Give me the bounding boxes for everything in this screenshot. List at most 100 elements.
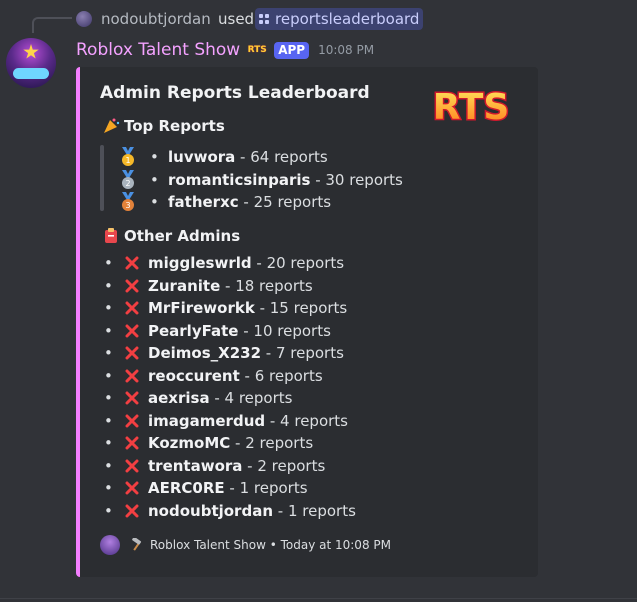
other-admin-item: reoccurent - 6 reports bbox=[148, 365, 323, 387]
bullet: • bbox=[104, 321, 113, 340]
bullet: • bbox=[104, 479, 113, 497]
admin-name: AERC0RE bbox=[148, 479, 225, 497]
report-count: - 25 reports bbox=[238, 193, 332, 211]
x-mark-icon bbox=[125, 324, 139, 337]
other-admins-heading-text: Other Admins bbox=[124, 227, 241, 245]
report-count: - 20 reports bbox=[251, 254, 345, 272]
bullet: • bbox=[104, 366, 113, 385]
other-admin-item: imagamerdud - 4 reports bbox=[148, 410, 348, 432]
bullet: • bbox=[150, 170, 159, 189]
other-admin-item: nodoubtjordan - 1 reports bbox=[148, 500, 356, 522]
other-admin-item: PearlyFate - 10 reports bbox=[148, 320, 331, 342]
command-icon bbox=[258, 13, 271, 26]
report-count: - 64 reports bbox=[235, 148, 328, 166]
svg-text:3: 3 bbox=[125, 201, 130, 210]
top-report-item: luvwora - 64 reports bbox=[168, 146, 328, 168]
report-count: - 30 reports bbox=[310, 170, 403, 189]
footer-avatar bbox=[100, 535, 120, 555]
x-mark-icon bbox=[125, 504, 139, 517]
avatar-star bbox=[23, 44, 39, 59]
admin-name: romanticsinparis bbox=[168, 170, 311, 189]
bullet: • bbox=[150, 148, 159, 166]
reply-used-text: used bbox=[218, 10, 255, 28]
admin-name: aexrisa bbox=[148, 389, 210, 407]
message-header: Roblox Talent Show RTS APP 10:08 PM bbox=[76, 39, 374, 61]
report-count: - 2 reports bbox=[230, 434, 314, 452]
report-count: - 6 reports bbox=[239, 366, 323, 385]
x-mark-icon bbox=[125, 391, 139, 405]
x-mark-icon bbox=[125, 481, 139, 495]
bullet: • bbox=[104, 411, 113, 430]
bullet: • bbox=[104, 434, 113, 452]
admin-name: miggleswrld bbox=[148, 254, 252, 272]
other-admin-item: AERC0RE - 1 reports bbox=[148, 477, 308, 499]
other-admin-item: aexrisa - 4 reports bbox=[148, 387, 292, 409]
report-count: - 2 reports bbox=[242, 456, 326, 475]
report-count: - 10 reports bbox=[238, 321, 331, 340]
bullet: • bbox=[104, 276, 113, 295]
hammer-icon bbox=[130, 536, 144, 552]
slash-command-chip[interactable]: reportsleaderboard bbox=[255, 8, 424, 30]
admin-name: nodoubtjordan bbox=[148, 501, 273, 520]
admin-name: reoccurent bbox=[148, 366, 240, 385]
svg-text:1: 1 bbox=[125, 156, 130, 165]
top-report-item: romanticsinparis - 30 reports bbox=[168, 169, 403, 191]
reply-username[interactable]: nodoubtjordan bbox=[101, 10, 211, 28]
slash-command-name: reportsleaderboard bbox=[275, 10, 420, 28]
top-reports-heading: Top Reports bbox=[102, 117, 225, 135]
rts-badge-icon: RTS bbox=[247, 45, 267, 55]
rts-logo-thumbnail[interactable]: RTS bbox=[422, 81, 520, 131]
bullet: • bbox=[104, 254, 113, 272]
report-count: - 15 reports bbox=[254, 299, 348, 317]
other-admin-item: trentawora - 2 reports bbox=[148, 455, 325, 477]
footer-text: Roblox Talent Show • Today at 10:08 PM bbox=[150, 538, 391, 552]
x-mark-icon bbox=[125, 459, 139, 472]
report-count: - 1 reports bbox=[273, 501, 356, 520]
reply-connector bbox=[32, 17, 72, 33]
gold-medal-icon: 1 bbox=[122, 147, 134, 166]
bullet: • bbox=[104, 389, 113, 407]
other-admin-item: MrFireworkk - 15 reports bbox=[148, 297, 347, 319]
report-count: - 4 reports bbox=[265, 411, 348, 430]
bullet: • bbox=[104, 299, 113, 317]
message-divider bbox=[0, 598, 637, 599]
report-count: - 1 reports bbox=[224, 479, 308, 497]
admin-name: trentawora bbox=[148, 456, 243, 475]
admin-name: Zuranite bbox=[148, 276, 221, 295]
message-timestamp: 10:08 PM bbox=[318, 43, 375, 57]
bullet: • bbox=[104, 344, 113, 362]
x-mark-icon bbox=[125, 301, 139, 315]
other-admins-heading: Other Admins bbox=[102, 227, 240, 245]
x-mark-icon bbox=[125, 436, 139, 450]
reply-avatar[interactable] bbox=[76, 11, 92, 27]
admin-name: KozmoMC bbox=[148, 434, 231, 452]
reply-reference[interactable]: nodoubtjordan used reportsleaderboard bbox=[0, 8, 637, 33]
admin-name: luvwora bbox=[168, 148, 236, 166]
embed-footer: Roblox Talent Show • Today at 10:08 PM bbox=[100, 535, 391, 555]
x-mark-icon bbox=[125, 279, 139, 292]
admin-name: PearlyFate bbox=[148, 321, 239, 340]
top-report-item: fatherxc - 25 reports bbox=[168, 191, 331, 213]
other-admin-item: Deimos_X232 - 7 reports bbox=[148, 342, 344, 364]
other-admin-item: Zuranite - 18 reports bbox=[148, 275, 313, 297]
admin-name: imagamerdud bbox=[148, 411, 266, 430]
admin-name: MrFireworkk bbox=[148, 299, 255, 317]
clipboard-icon bbox=[105, 228, 117, 243]
leaderboard-embed: Admin Reports Leaderboard RTS Top Report… bbox=[76, 67, 538, 577]
silver-medal-icon: 2 bbox=[122, 169, 134, 189]
bot-avatar[interactable] bbox=[6, 38, 56, 88]
report-count: - 18 reports bbox=[220, 276, 313, 295]
report-count: - 4 reports bbox=[209, 389, 293, 407]
bullet: • bbox=[104, 501, 113, 520]
admin-name: fatherxc bbox=[168, 193, 239, 211]
admin-name: Deimos_X232 bbox=[148, 344, 262, 362]
app-tag: APP bbox=[274, 41, 310, 59]
other-admin-item: KozmoMC - 2 reports bbox=[148, 432, 313, 454]
other-admin-item: miggleswrld - 20 reports bbox=[148, 252, 344, 274]
svg-text:2: 2 bbox=[125, 179, 130, 188]
embed-title: Admin Reports Leaderboard bbox=[100, 83, 370, 103]
bot-username[interactable]: Roblox Talent Show bbox=[76, 40, 240, 60]
x-mark-icon bbox=[125, 414, 139, 427]
blockquote-bar bbox=[100, 145, 104, 211]
x-mark-icon bbox=[125, 369, 139, 382]
